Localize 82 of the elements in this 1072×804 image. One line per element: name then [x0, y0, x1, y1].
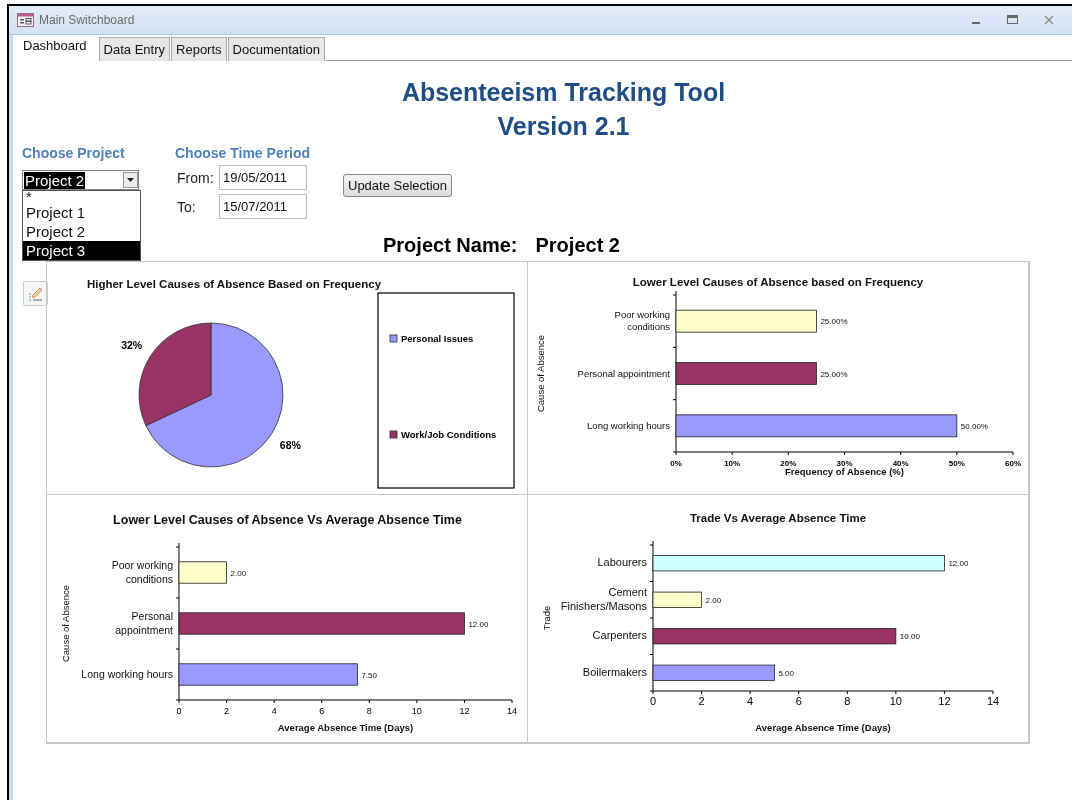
tick-label: 8: [844, 695, 851, 707]
chart-title: Lower Level Causes of Absence Vs Average Absence Time: [113, 513, 462, 527]
maximize-icon[interactable]: [1007, 15, 1018, 25]
legend-label: Personal Issues: [401, 333, 474, 344]
update-selection-button[interactable]: Update Selection: [343, 174, 452, 197]
tick-label: 6: [319, 706, 325, 716]
data-label: 12.00: [948, 559, 969, 569]
tick-label: 60%: [1005, 459, 1021, 468]
dropdown-option[interactable]: *: [23, 191, 140, 203]
tick-label: 0: [176, 706, 182, 716]
window-title: Main Switchboard: [39, 13, 135, 27]
chart-title: Trade Vs Average Absence Time: [689, 512, 867, 524]
data-label: 50.00%: [960, 421, 988, 431]
section-label: Choose Time Period: [175, 145, 312, 161]
tick-label: 6: [795, 695, 802, 707]
axis-title: Frequency of Absence (%): [785, 466, 904, 477]
data-label: 12.00: [468, 619, 489, 629]
category-label: Long working hours: [81, 667, 173, 682]
category-label: Carpenters: [592, 629, 647, 644]
tick-label: 0: [649, 695, 657, 707]
data-label: 7.50: [361, 670, 377, 680]
data-label: 2.00: [705, 595, 722, 605]
tick-label: 10: [411, 706, 422, 716]
pencil-list-icon: [27, 285, 44, 302]
axis-title: Trade: [541, 605, 552, 631]
data-label: 25.00%: [820, 369, 848, 379]
chart-title: Higher Level Causes of Absence Based on Frequency: [86, 278, 382, 290]
dropdown-option[interactable]: Project 3: [23, 241, 140, 260]
bar: [178, 561, 227, 584]
field-label: To:: [177, 198, 197, 215]
category-label: Boilermakers: [582, 665, 647, 680]
tick-label: 12: [938, 695, 951, 707]
tab[interactable]: Reports: [171, 37, 227, 61]
axis-title: Average Absence Time (Days): [277, 722, 414, 733]
category-label: Personal appointment: [577, 367, 670, 380]
tick-label: 4: [271, 706, 277, 716]
form-icon: [17, 13, 34, 27]
tick-label: 30%: [836, 459, 853, 468]
data-label: 10.00: [899, 632, 920, 642]
axis-title: Average Absence Time (Days): [755, 722, 891, 733]
tick-label: 8: [366, 706, 372, 716]
close-icon[interactable]: [1044, 15, 1054, 25]
tick-label: 10%: [724, 459, 741, 468]
data-label: 25.00%: [820, 317, 848, 327]
dropdown-option[interactable]: Project 2: [23, 222, 140, 241]
to-date-field[interactable]: 15/07/2011: [219, 194, 307, 219]
category-label: Labourers: [597, 556, 647, 571]
tick-label: 2: [698, 695, 705, 707]
section-label: Choose Project: [22, 145, 126, 161]
tick-label: 2: [224, 706, 230, 716]
project-name-label: Project Name:: [383, 234, 518, 257]
bar: [652, 591, 702, 608]
axis-title: Cause of Absence: [535, 334, 546, 413]
category-label: Personal appointment: [114, 610, 173, 637]
from-date-field[interactable]: 19/05/2011: [219, 165, 307, 190]
field-label: From:: [177, 169, 215, 186]
axis-title: Cause of Absence: [60, 584, 71, 663]
tick-label: 4: [747, 695, 754, 707]
tab[interactable]: Data Entry: [98, 37, 171, 61]
tick-label: 50%: [948, 459, 965, 468]
app-title: Absenteeism Tracking Tool: [400, 77, 727, 108]
tick-label: 20%: [780, 459, 797, 468]
data-label: 68%: [279, 439, 301, 452]
tick-label: 10: [889, 695, 902, 707]
dropdown-option[interactable]: Project 1: [23, 203, 140, 222]
tab[interactable]: Documentation: [227, 37, 325, 61]
category-label: Poor working conditions: [613, 309, 670, 334]
data-label: 32%: [121, 338, 143, 351]
tick-label: 0%: [670, 459, 682, 468]
category-label: Poor working conditions: [110, 559, 173, 586]
chart-title: Lower Level Causes of Absence based on Frequency: [632, 276, 924, 288]
tick-label: 12: [459, 706, 470, 716]
tick-label: 14: [986, 695, 1000, 707]
project-name-value: Project 2: [535, 234, 620, 257]
tick-label: 14: [507, 706, 517, 716]
tick-label: 40%: [892, 459, 909, 468]
data-label: 5.00: [778, 668, 794, 678]
legend-label: Work/Job Conditions: [401, 429, 497, 440]
version-title: Version 2.1: [496, 111, 631, 142]
edit-list-button[interactable]: [23, 281, 48, 306]
data-label: 2.00: [230, 568, 247, 578]
category-label: Long working hours: [587, 419, 670, 432]
